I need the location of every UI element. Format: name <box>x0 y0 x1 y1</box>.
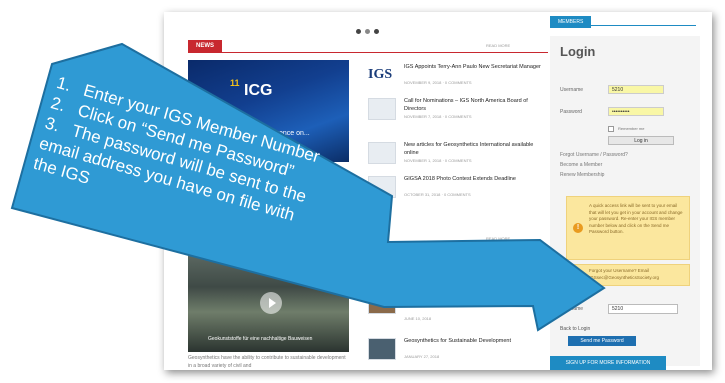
news-meta: NOVEMBER 7, 2018 · 0 COMMENTS <box>404 114 472 119</box>
carousel-dot[interactable] <box>374 29 379 34</box>
read-more-link[interactable]: READ MORE <box>486 236 510 241</box>
video-title-line2: nachhaltige Bauweisen <box>288 274 340 280</box>
members-tab[interactable]: MEMBERS <box>550 16 592 28</box>
news-thumbnail <box>368 142 396 164</box>
carousel-dot[interactable] <box>356 29 361 34</box>
news-meta: NOVEMBER 1, 2018 · 0 COMMENTS <box>404 158 472 163</box>
notice-text: Forgot your Username? Email IGSsec@Geosy… <box>589 268 660 280</box>
warning-icon: ! <box>573 223 583 233</box>
news-meta: JANUARY 27, 2018 <box>404 354 440 359</box>
news-title[interactable]: New articles for Geosynthetics Internati… <box>404 142 544 158</box>
news-title[interactable]: Geosynthetics for Sustainable Developmen… <box>404 338 544 346</box>
news-divider <box>188 52 548 53</box>
password-label: Password <box>560 109 582 115</box>
notice-text: A quick access link will be sent to your… <box>589 203 683 235</box>
feature-brand: ICG <box>244 82 273 99</box>
warning-icon: ! <box>573 271 583 281</box>
login-heading: Login <box>560 44 596 59</box>
remember-me-checkbox[interactable] <box>608 126 614 132</box>
video-thumbnail[interactable]: Geokunststoffe für eine nachhaltige Bauw… <box>188 252 349 352</box>
send-password-button[interactable]: Send me Password <box>568 336 636 346</box>
news-thumbnail <box>368 338 396 360</box>
news-meta: OCTOBER 31, 2018 · 0 COMMENTS <box>404 192 471 197</box>
news-title[interactable]: Call for Nominations – IGS North America… <box>404 98 544 114</box>
news-meta: NOVEMBER 9, 2018 · 0 COMMENTS <box>404 80 472 85</box>
news-title[interactable]: GIGSA 2018 Photo Contest Extends Deadlin… <box>404 176 544 184</box>
news-excerpt: Geosynthetics have the ability to contri… <box>188 355 346 369</box>
password-input[interactable]: •••••••••• <box>608 107 664 116</box>
news-tab[interactable]: NEWS <box>188 40 222 52</box>
news-title[interactable]: IGS Appoints Terry-Ann Paulo New Secreta… <box>404 64 544 72</box>
news-thumbnail <box>368 176 396 198</box>
forgot-username-notice: ! Forgot your Username? Email IGSsec@Geo… <box>566 264 690 286</box>
username-input[interactable]: 5210 <box>608 85 664 94</box>
screenshot-stage: NEWS READ MORE READ MORE 11 ICG Conferen… <box>0 0 725 383</box>
back-to-login-link[interactable]: Back to Login <box>560 326 590 332</box>
username-label: Username <box>560 87 584 93</box>
read-more-link[interactable]: READ MORE <box>486 43 510 48</box>
carousel-dot[interactable] <box>365 29 370 34</box>
members-divider <box>550 25 696 26</box>
reset-username-input[interactable]: 5210 <box>608 304 678 314</box>
signup-button[interactable]: SIGN UP FOR MORE INFORMATION <box>550 356 666 370</box>
news-meta: JUNE 10, 2018 <box>404 316 432 321</box>
login-panel: Login Username 5210 Password •••••••••• … <box>550 36 700 366</box>
news-thumbnail <box>368 98 396 120</box>
news-title[interactable]: Dr. Robert Koerner presents results of a… <box>404 292 544 308</box>
play-icon[interactable] <box>260 292 282 314</box>
carousel-dots[interactable] <box>356 26 383 37</box>
password-reset-notice: ! A quick access link will be sent to yo… <box>566 196 690 260</box>
video-title-line1: Geokunststoffe für eine <box>284 266 336 272</box>
renew-membership-link[interactable]: Renew Membership <box>560 172 604 178</box>
become-member-link[interactable]: Become a Member <box>560 162 602 168</box>
feature-number: 11 <box>230 78 240 88</box>
forgot-password-link[interactable]: Forgot Username / Password? <box>560 152 628 158</box>
news-thumbnail <box>368 292 396 314</box>
news-thumbnail: IGS <box>368 64 396 86</box>
remember-me-label: Remember me <box>618 126 645 131</box>
reset-username-label: Username <box>560 306 584 312</box>
login-button[interactable]: Log in <box>608 136 674 145</box>
video-caption: Geokunststoffe für eine nachhaltige Bauw… <box>208 336 313 342</box>
